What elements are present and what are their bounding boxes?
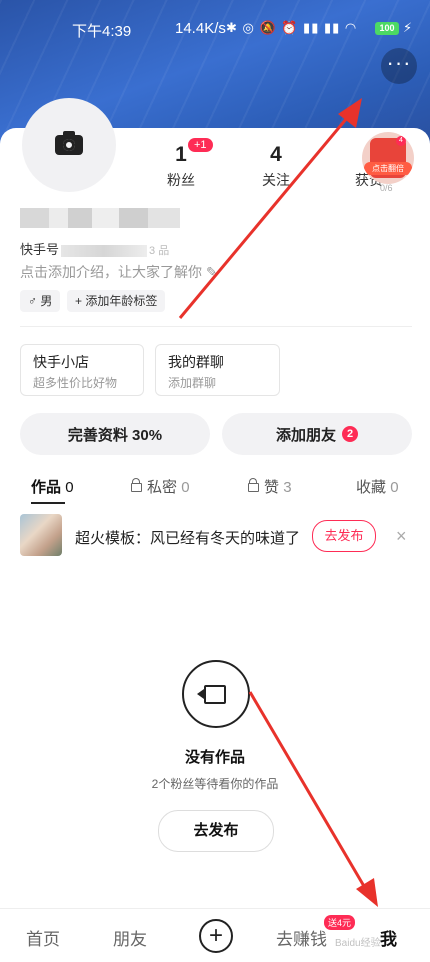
status-bar: 下午4:39 14.4K/s ✱ ◎ 🔕 ⏰ ▮▮ ▮▮ ◠ 100 ⚡ bbox=[0, 0, 430, 56]
add-friends-label: 添加朋友 bbox=[275, 426, 336, 444]
template-publish-button[interactable]: 去发布 bbox=[312, 520, 376, 552]
bio-prompt[interactable]: 点击添加介绍，让大家了解你 ✎ bbox=[20, 262, 218, 282]
tab-private[interactable]: 私密 0 bbox=[131, 476, 190, 497]
red-packet-badge: 4 bbox=[396, 136, 406, 146]
empty-state-title: 没有作品 bbox=[184, 749, 245, 766]
tab-favorites[interactable]: 收藏 0 bbox=[356, 476, 399, 497]
gender-tag[interactable]: ♂ 男 bbox=[20, 290, 61, 312]
watermark: Baidu经验 bbox=[335, 938, 381, 949]
shop-subtitle: 超多性价比好物 bbox=[33, 376, 118, 390]
red-packet-progress: 0/6 bbox=[380, 183, 393, 193]
nav-earn[interactable]: 去赚钱 bbox=[276, 925, 327, 950]
edit-pencil-icon: ✎ bbox=[206, 264, 218, 280]
group-chat-title: 我的群聊 bbox=[168, 354, 224, 370]
template-banner[interactable]: 超火模板：风已经有冬天的味道了 去发布 × bbox=[0, 508, 430, 564]
add-age-tag-button[interactable]: + 添加年龄标签 bbox=[67, 290, 166, 312]
tab-favorites-count: 0 bbox=[390, 479, 399, 496]
nav-friends[interactable]: 朋友 bbox=[113, 925, 147, 950]
network-speed: 14.4K/s bbox=[175, 20, 226, 37]
shop-title: 快手小店 bbox=[33, 354, 89, 370]
more-menu-button[interactable]: ··· bbox=[381, 48, 417, 84]
kuaishou-id[interactable]: 快手号 3 品 bbox=[20, 239, 169, 258]
nav-home[interactable]: 首页 bbox=[26, 925, 60, 950]
earn-badge: 送4元 bbox=[324, 915, 356, 930]
template-thumbnail bbox=[20, 514, 62, 556]
stat-following[interactable]: 4 关注 bbox=[241, 143, 311, 190]
tab-works[interactable]: 作品 0 bbox=[31, 476, 74, 497]
complete-profile-label: 完善资料 30% bbox=[67, 426, 163, 444]
video-camera-icon bbox=[182, 660, 250, 728]
red-packet-label: 点击翻倍 bbox=[364, 162, 412, 175]
kuaishou-id-redacted bbox=[61, 244, 148, 257]
tab-private-count: 0 bbox=[181, 479, 190, 496]
empty-state-subtitle: 2个粉丝等待看你的作品 bbox=[151, 777, 279, 791]
following-label: 关注 bbox=[262, 172, 290, 188]
nav-me[interactable]: 我 bbox=[380, 925, 397, 950]
avatar-upload[interactable] bbox=[22, 98, 116, 192]
create-plus-button[interactable]: + bbox=[199, 919, 233, 953]
group-chat-subtitle: 添加群聊 bbox=[168, 376, 217, 390]
tab-favorites-label: 收藏 bbox=[356, 479, 387, 496]
bio-text: 点击添加介绍，让大家了解你 bbox=[20, 264, 202, 280]
tab-works-count: 0 bbox=[65, 479, 74, 496]
lock-icon bbox=[248, 477, 259, 492]
tab-private-label: 私密 bbox=[147, 479, 178, 496]
followers-label: 粉丝 bbox=[167, 172, 195, 188]
following-count: 4 bbox=[270, 143, 282, 166]
status-icons: ✱ ◎ 🔕 ⏰ ▮▮ ▮▮ ◠ bbox=[226, 20, 358, 35]
kuaishou-id-label: 快手号 bbox=[20, 242, 60, 257]
status-time: 下午4:39 bbox=[72, 23, 132, 40]
lock-icon bbox=[131, 477, 142, 492]
camcorder-glyph bbox=[197, 685, 226, 704]
new-follower-badge: +1 bbox=[188, 138, 213, 152]
username-redacted bbox=[20, 208, 180, 228]
active-tab-indicator bbox=[31, 502, 65, 504]
add-friends-badge: 2 bbox=[342, 426, 358, 442]
add-friends-button[interactable]: 添加朋友 2 bbox=[222, 413, 412, 455]
kuaishou-shop-card[interactable]: 快手小店 超多性价比好物 bbox=[20, 344, 144, 396]
group-chat-card[interactable]: 我的群聊 添加群聊 bbox=[155, 344, 280, 396]
tab-likes-count: 3 bbox=[283, 479, 292, 496]
kuaishou-id-suffix: 3 品 bbox=[149, 245, 170, 257]
battery-icon: 100 bbox=[375, 22, 399, 35]
template-text: 超火模板：风已经有冬天的味道了 bbox=[75, 530, 301, 547]
tab-likes-label: 赞 bbox=[264, 479, 280, 496]
close-icon[interactable]: × bbox=[396, 526, 407, 547]
divider bbox=[20, 326, 412, 327]
charging-icon: ⚡ bbox=[403, 20, 413, 35]
complete-profile-button[interactable]: 完善资料 30% bbox=[20, 413, 210, 455]
bottom-navigation: 首页 朋友 + 去赚钱 送4元 我 Baidu经验 bbox=[0, 908, 430, 962]
tab-works-label: 作品 bbox=[31, 479, 62, 496]
tab-likes[interactable]: 赞 3 bbox=[248, 476, 292, 497]
camera-icon bbox=[55, 131, 83, 155]
publish-button[interactable]: 去发布 bbox=[158, 810, 274, 852]
red-packet-widget[interactable]: 4 点击翻倍 bbox=[362, 132, 414, 184]
